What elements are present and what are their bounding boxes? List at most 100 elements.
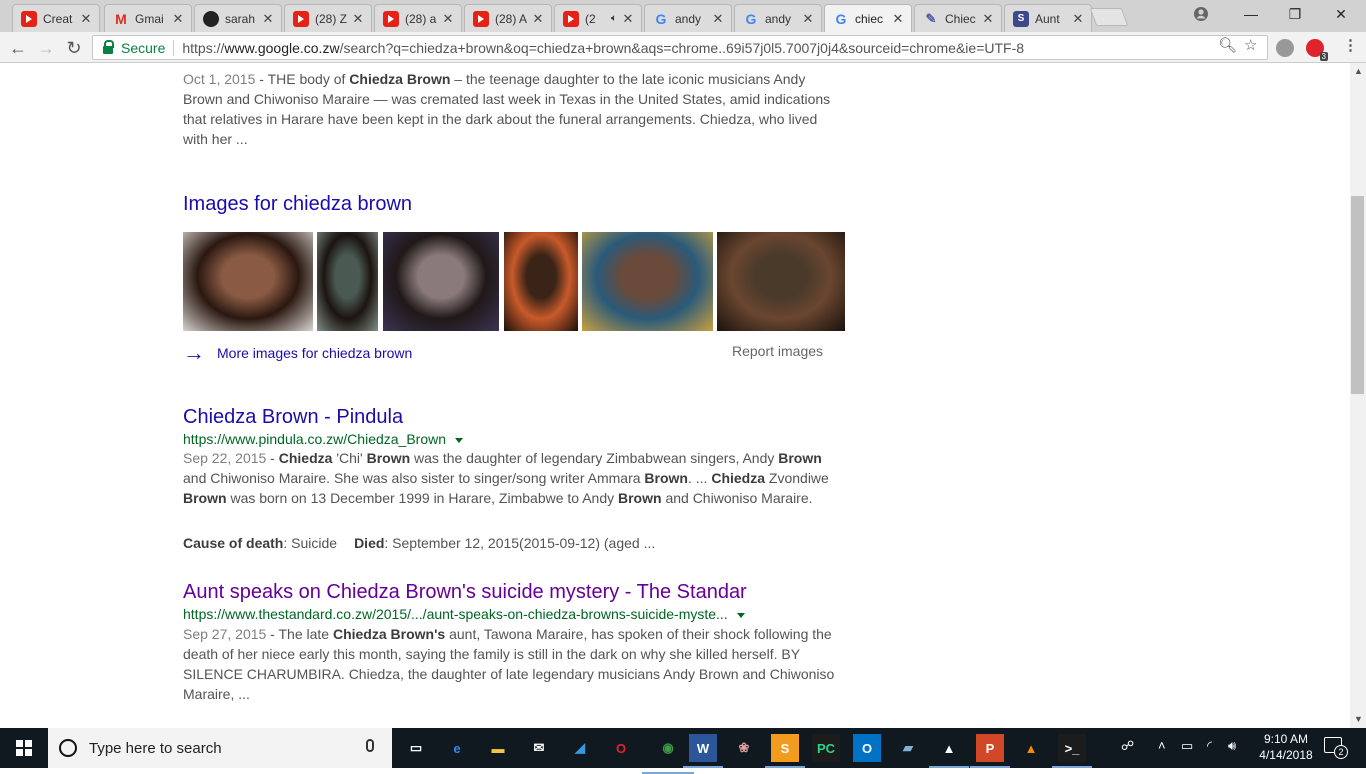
url-text[interactable]: https://www.google.co.zw/search?q=chiedz… bbox=[182, 40, 1024, 56]
photos-icon[interactable]: ▲ bbox=[929, 734, 969, 768]
edge-icon[interactable]: e bbox=[443, 734, 471, 762]
terminal-icon[interactable]: >_ bbox=[1052, 734, 1092, 768]
scroll-up-icon[interactable]: ▲ bbox=[1354, 66, 1363, 76]
scrollbar-track[interactable] bbox=[1350, 63, 1366, 728]
tab-close-icon[interactable]: ✕ bbox=[171, 11, 185, 27]
result-title[interactable]: Chiedza Brown - Pindula bbox=[183, 406, 403, 429]
tab-close-icon[interactable]: ✕ bbox=[891, 11, 905, 27]
tab-title: chiec bbox=[855, 11, 884, 26]
image-thumb-5[interactable] bbox=[582, 232, 713, 331]
tab-title: (28) A bbox=[495, 11, 527, 26]
tab-title: Aunt bbox=[1035, 11, 1060, 26]
tab-7[interactable]: (2 🔈︎ ✕ bbox=[554, 4, 642, 32]
bookmark-star-icon[interactable]: ☆ bbox=[1244, 36, 1257, 54]
mail-icon[interactable]: ✉ bbox=[525, 734, 553, 762]
tab-12[interactable]: S Aunt ✕ bbox=[1004, 4, 1092, 32]
tab-close-icon[interactable]: ✕ bbox=[261, 11, 275, 27]
tab-6[interactable]: (28) A ✕ bbox=[464, 4, 552, 32]
tab-title: andy bbox=[675, 11, 702, 26]
azure-icon[interactable]: ◢ bbox=[566, 734, 594, 762]
blog-icon: ✎ bbox=[925, 10, 937, 26]
search-results: Oct 1, 2015 - THE body of Chiedza Brown … bbox=[0, 63, 1350, 728]
show-hidden-icons-icon[interactable]: ˄ bbox=[1158, 738, 1166, 753]
volume-icon[interactable]: 🔊︎ bbox=[1228, 738, 1236, 754]
dropdown-caret-icon[interactable] bbox=[736, 612, 745, 618]
extension-icon[interactable] bbox=[1276, 39, 1294, 57]
tab-close-icon[interactable]: ✕ bbox=[711, 11, 725, 27]
powerpoint-icon[interactable]: P bbox=[970, 734, 1010, 768]
task-view-icon[interactable]: ▭ bbox=[402, 734, 430, 762]
tab-close-icon[interactable]: ✕ bbox=[981, 11, 995, 27]
tab-close-icon[interactable]: ✕ bbox=[531, 11, 545, 27]
zoom-icon[interactable]: 🔍︎ bbox=[1218, 36, 1237, 54]
browser-toolbar: ← → ↻ Secure https://www.google.co.zw/se… bbox=[0, 32, 1366, 63]
microphone-icon[interactable] bbox=[366, 739, 374, 752]
back-button[interactable]: ← bbox=[6, 36, 30, 60]
scrollbar-thumb[interactable] bbox=[1351, 196, 1364, 394]
youtube-icon bbox=[473, 10, 489, 27]
tab-close-icon[interactable]: ✕ bbox=[1071, 11, 1085, 27]
tab-title: (2 bbox=[585, 11, 596, 26]
window-close-icon[interactable]: ✕ bbox=[1318, 0, 1364, 28]
wifi-icon[interactable]: ◜ bbox=[1207, 738, 1212, 754]
images-header[interactable]: Images for chiedza brown bbox=[183, 193, 412, 216]
tab-4[interactable]: (28) Z ✕ bbox=[284, 4, 372, 32]
address-bar[interactable]: Secure https://www.google.co.zw/search?q… bbox=[92, 35, 1268, 60]
tab-title: Creat bbox=[43, 11, 73, 26]
opera-icon[interactable]: O bbox=[607, 734, 635, 762]
battery-icon[interactable]: ▭ bbox=[1181, 738, 1193, 754]
pycharm-icon[interactable]: PC bbox=[812, 734, 840, 762]
tab-3[interactable]: sarah ✕ bbox=[194, 4, 282, 32]
start-button[interactable] bbox=[0, 728, 48, 768]
minimize-icon[interactable]: — bbox=[1228, 0, 1274, 28]
tab-title: Chiec bbox=[945, 11, 976, 26]
taskbar-search[interactable]: Type here to search bbox=[48, 728, 392, 768]
profile-icon[interactable] bbox=[1178, 0, 1224, 28]
tab-close-icon[interactable]: ✕ bbox=[801, 11, 815, 27]
scroll-down-icon[interactable]: ▼ bbox=[1354, 714, 1363, 724]
restore-icon[interactable]: ❐ bbox=[1272, 0, 1318, 28]
tab-close-icon[interactable]: ✕ bbox=[441, 11, 455, 27]
sublime-text-icon[interactable]: S bbox=[765, 734, 805, 768]
tab-11[interactable]: ✎ Chiec ✕ bbox=[914, 4, 1002, 32]
chrome-icon[interactable]: ◉ bbox=[642, 728, 694, 774]
system-clock[interactable]: 9:10 AM 4/14/2018 bbox=[1250, 731, 1322, 763]
menu-icon[interactable]: ⋮ bbox=[1343, 36, 1358, 54]
more-images-link[interactable]: → More images for chiedza brown bbox=[183, 340, 412, 366]
tab-close-icon[interactable]: ✕ bbox=[621, 11, 635, 27]
tab-title: andy bbox=[765, 11, 792, 26]
tab-5[interactable]: (28) a ✕ bbox=[374, 4, 462, 32]
image-thumb-1[interactable] bbox=[183, 232, 313, 331]
word-icon[interactable]: W bbox=[683, 734, 723, 768]
tab-close-icon[interactable]: ✕ bbox=[351, 11, 365, 27]
result-url[interactable]: https://www.thestandard.co.zw/2015/.../a… bbox=[183, 606, 745, 622]
vlc-icon[interactable]: ▲ bbox=[1017, 734, 1045, 762]
paint-icon[interactable]: ❀ bbox=[730, 734, 758, 762]
dropdown-caret-icon[interactable] bbox=[455, 437, 464, 443]
image-thumb-3[interactable] bbox=[383, 232, 499, 331]
image-thumb-2[interactable] bbox=[317, 232, 378, 331]
forward-button[interactable]: → bbox=[34, 36, 58, 60]
windows-icon bbox=[16, 740, 32, 756]
tab-8[interactable]: Gandy ✕ bbox=[644, 4, 732, 32]
new-tab-button[interactable] bbox=[1089, 8, 1129, 26]
tab-10[interactable]: Gchiec ✕ bbox=[824, 4, 912, 32]
outlook-icon[interactable]: O bbox=[853, 734, 881, 762]
tab-audio-icon[interactable]: 🔈︎ bbox=[611, 13, 617, 24]
opera-extension-icon[interactable]: 3 bbox=[1306, 39, 1328, 61]
people-icon[interactable]: ☍ bbox=[1121, 738, 1134, 754]
file-explorer-icon[interactable]: ▬ bbox=[484, 734, 512, 762]
action-center-icon[interactable]: 2 bbox=[1324, 737, 1348, 759]
youtube-icon bbox=[563, 10, 579, 27]
tab-1[interactable]: Creat ✕ bbox=[12, 4, 100, 32]
image-thumb-4[interactable] bbox=[504, 232, 578, 331]
report-images-link[interactable]: Report images bbox=[732, 343, 823, 359]
image-thumb-6[interactable] bbox=[717, 232, 845, 331]
tab-9[interactable]: Gandy ✕ bbox=[734, 4, 822, 32]
result-title[interactable]: Aunt speaks on Chiedza Brown's suicide m… bbox=[183, 581, 747, 604]
result-url[interactable]: https://www.pindula.co.zw/Chiedza_Brown bbox=[183, 431, 464, 447]
tab-close-icon[interactable]: ✕ bbox=[79, 11, 93, 27]
notepad-icon[interactable]: ▰ bbox=[894, 734, 922, 762]
reload-button[interactable]: ↻ bbox=[62, 36, 86, 60]
tab-2[interactable]: M Gmai ✕ bbox=[104, 4, 192, 32]
